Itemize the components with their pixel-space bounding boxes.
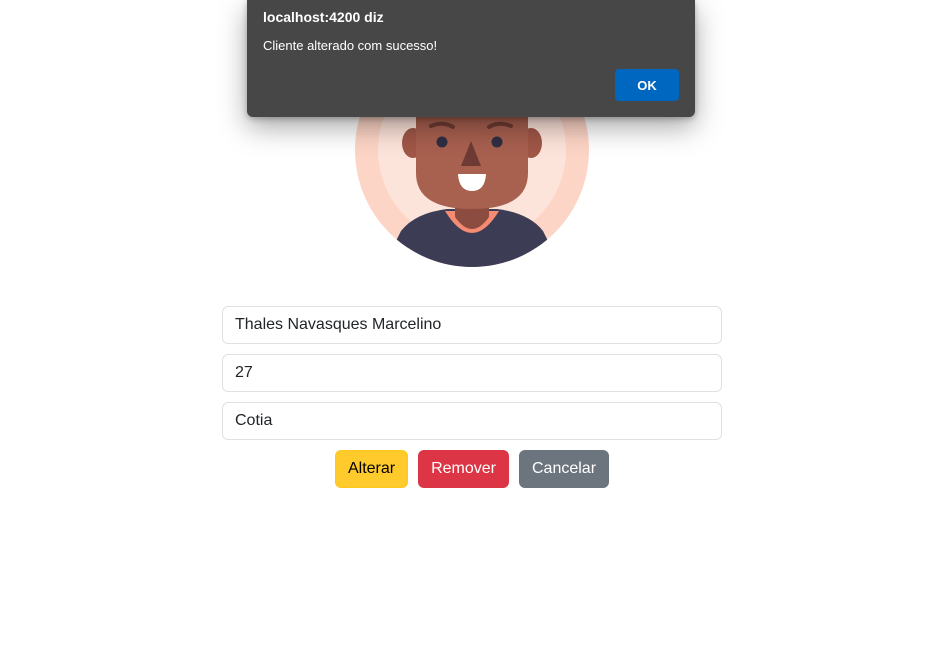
form-actions: Alterar Remover Cancelar	[222, 450, 722, 488]
client-age-input[interactable]	[222, 354, 722, 392]
client-name-input[interactable]	[222, 306, 722, 344]
client-city-input[interactable]	[222, 402, 722, 440]
update-button[interactable]: Alterar	[334, 450, 409, 488]
alert-dialog: localhost:4200 diz Cliente alterado com …	[247, 0, 695, 117]
cancel-button[interactable]: Cancelar	[519, 450, 610, 488]
dialog-ok-button[interactable]: OK	[615, 69, 679, 101]
dialog-origin-title: localhost:4200 diz	[263, 9, 384, 25]
dialog-message: Cliente alterado com sucesso!	[263, 38, 438, 53]
right-eye	[491, 136, 503, 148]
edit-client-form: Alterar Remover Cancelar	[222, 306, 722, 488]
left-eye	[436, 136, 448, 148]
remove-button[interactable]: Remover	[418, 450, 509, 488]
